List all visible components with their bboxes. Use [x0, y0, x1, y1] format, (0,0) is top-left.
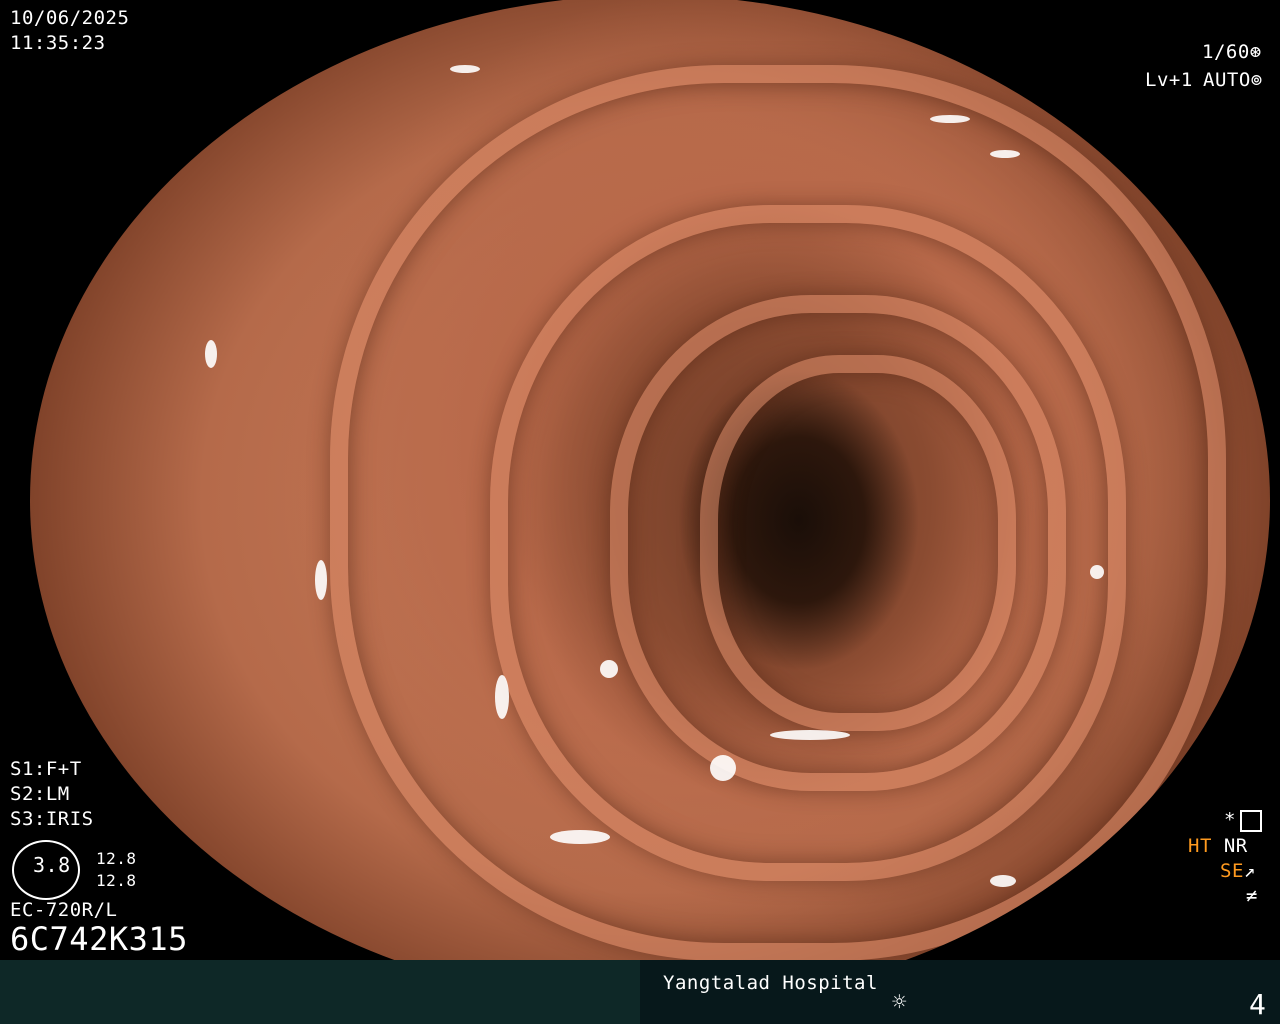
light-reflection [770, 730, 850, 740]
settings-icon [1239, 809, 1262, 832]
zoom-bottom-value: 12.8 [96, 871, 137, 890]
page-number: 4 [1249, 988, 1267, 1021]
shutter-icon: ⊛ [1249, 41, 1262, 63]
light-reflection [990, 150, 1020, 158]
ht-label: HT [1188, 835, 1212, 857]
setting-s2: S2:LM [10, 783, 70, 805]
shutter-value: 1/60 [1202, 41, 1250, 63]
light-reflection [315, 560, 327, 600]
endoscope-view [30, 0, 1270, 1005]
light-reflection [550, 830, 610, 844]
asterisk-indicator: * [1224, 808, 1262, 833]
se-indicator: SE↗ [1220, 859, 1256, 884]
setting-s3: S3:IRIS [10, 808, 94, 830]
nr-label: NR [1223, 835, 1248, 857]
se-curve-icon: ↗ [1243, 860, 1256, 882]
light-reflection [930, 115, 970, 123]
light-reflection [495, 675, 509, 719]
brightness-level: Lv+1 [1145, 69, 1193, 91]
ht-nr-indicator: HT NR [1188, 834, 1248, 859]
light-reflection [450, 65, 480, 73]
light-reflection [600, 660, 618, 678]
scope-serial: 6C742K315 [10, 920, 188, 958]
asterisk-label: * [1224, 809, 1236, 831]
iris-icon: ⊚ [1250, 69, 1263, 91]
date-display: 10/06/2025 [10, 7, 130, 29]
light-reflection [1090, 565, 1104, 579]
time-display: 11:35:23 [10, 32, 106, 54]
shutter-speed: 1/60⊛ [1202, 40, 1262, 65]
info-bar-left [0, 960, 640, 1024]
iris-mode: AUTO⊚ [1203, 68, 1263, 93]
iris-mode-value: AUTO [1203, 69, 1251, 91]
zoom-value: 3.8 [33, 853, 71, 877]
light-reflection [710, 755, 736, 781]
se-label: SE [1220, 860, 1244, 882]
light-reflection [205, 340, 217, 368]
not-equal-indicator: ≠ [1246, 885, 1258, 907]
light-reflection [990, 875, 1016, 887]
hospital-name: Yangtalad Hospital [663, 972, 878, 994]
light-icon: ☼ [892, 988, 907, 1016]
setting-s1: S1:F+T [10, 758, 82, 780]
mucosal-fold-core [700, 355, 1016, 731]
